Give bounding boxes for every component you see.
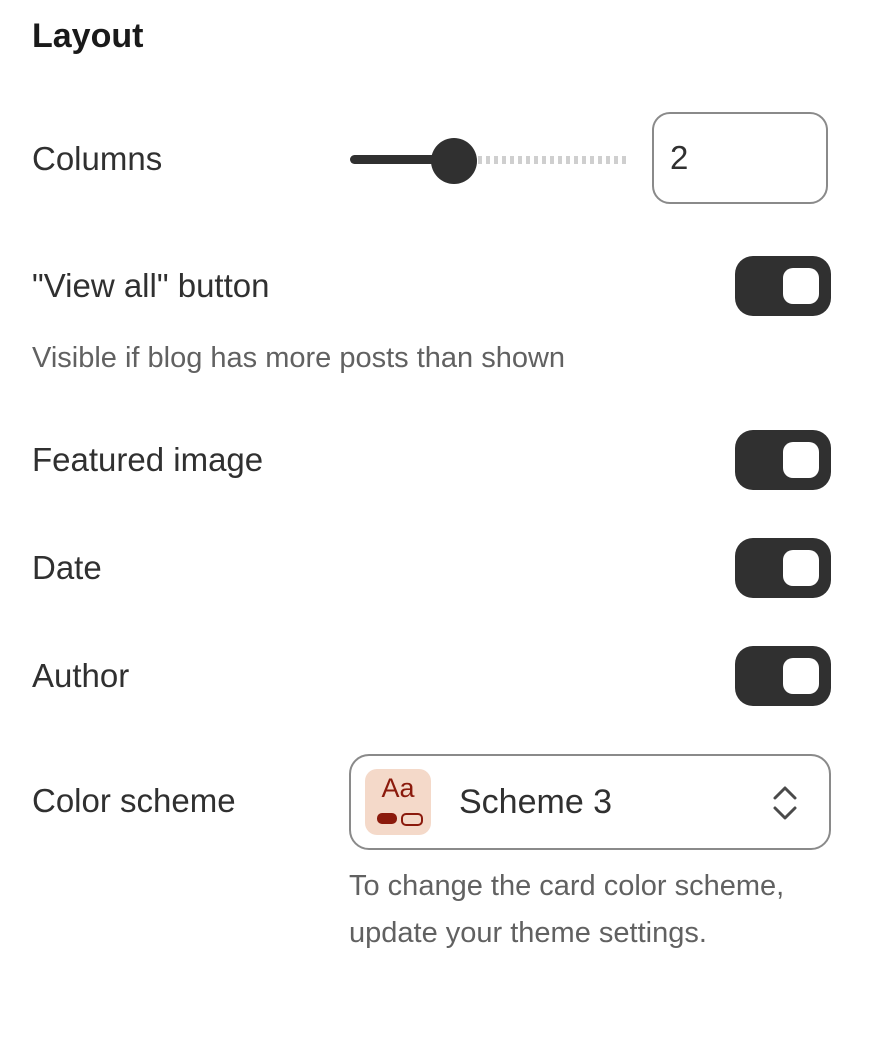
view-all-helper-text: Visible if blog has more posts than show… [32,342,566,374]
toggle-knob [783,658,819,694]
swatch-text: Aa [381,773,415,803]
featured-image-toggle[interactable] [735,430,831,490]
columns-number-input[interactable] [652,112,828,204]
featured-image-label: Featured image [32,441,264,478]
date-toggle[interactable] [735,538,831,598]
view-all-toggle[interactable] [735,256,831,316]
swatch-outline-button-icon [401,813,423,826]
columns-label: Columns [32,140,163,177]
color-scheme-label: Color scheme [32,782,236,819]
slider-track-empty [470,156,626,164]
columns-slider[interactable] [350,136,630,184]
view-all-label: "View all" button [32,267,270,304]
toggle-knob [783,442,819,478]
author-label: Author [32,657,130,694]
date-label: Date [32,549,102,586]
color-scheme-helper-text: To change the card color scheme, update … [349,870,785,949]
slider-thumb[interactable] [430,138,477,184]
section-title: Layout [32,17,144,55]
toggle-knob [783,268,819,304]
color-scheme-select[interactable]: Aa Scheme 3 [349,754,831,850]
color-scheme-selected-value: Scheme 3 [459,783,613,821]
author-toggle[interactable] [735,646,831,706]
color-scheme-swatch-icon: Aa [365,769,431,835]
swatch-filled-button-icon [377,813,397,824]
toggle-knob [783,550,819,586]
chevron-up-down-icon [773,786,797,820]
